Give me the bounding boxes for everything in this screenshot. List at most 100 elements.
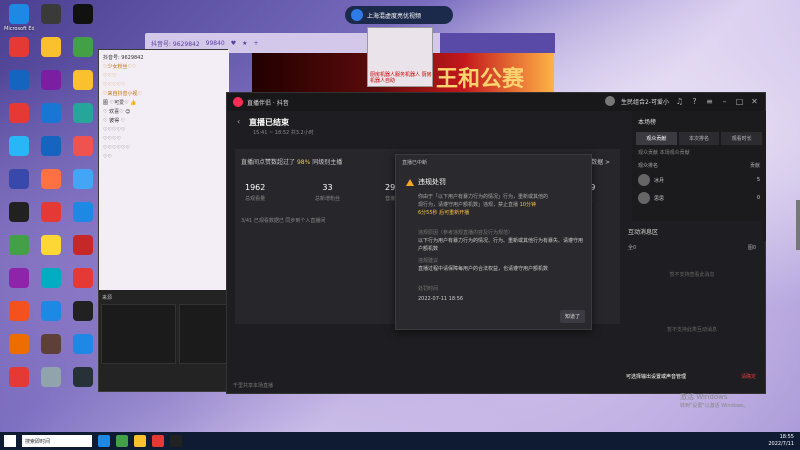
dialog-duration: 10分钟 xyxy=(519,202,536,208)
desktop-icon[interactable] xyxy=(36,202,66,224)
desktop-icon[interactable] xyxy=(36,367,66,389)
desktop-icon[interactable] xyxy=(68,70,98,92)
desktop-icon[interactable] xyxy=(36,37,66,59)
desktop-icon[interactable] xyxy=(68,37,98,59)
back-icon[interactable]: ‹ xyxy=(237,117,240,126)
desktop-icon[interactable] xyxy=(4,367,34,389)
avatar[interactable] xyxy=(605,96,616,106)
desktop-icon[interactable] xyxy=(36,235,66,257)
desktop-icon[interactable] xyxy=(68,367,98,389)
bottom-tip: 千里共享本场直播 xyxy=(233,383,274,389)
scene-pane[interactable] xyxy=(101,304,176,364)
acknowledge-button[interactable]: 知道了 xyxy=(559,310,585,323)
douyin-taskbar-icon[interactable] xyxy=(152,435,164,447)
star-icon[interactable]: ★ xyxy=(242,40,247,47)
dialog-header: 直播已中断 xyxy=(402,160,428,166)
desktop-icon[interactable] xyxy=(68,268,98,290)
stats-summary: 直播间点赞数超过了 98% 同级别主播 xyxy=(241,157,342,166)
plus-icon[interactable]: + xyxy=(254,40,259,47)
dialog-section-time: 处罚时间 xyxy=(418,286,439,292)
close-icon[interactable]: ✕ xyxy=(750,97,759,106)
desktop-icon[interactable] xyxy=(4,334,34,356)
interaction-filter-row[interactable]: 全0 图0 xyxy=(622,242,762,253)
ranking-user-row[interactable]: 思思 0 xyxy=(632,189,766,207)
desktop-icon[interactable] xyxy=(4,268,34,290)
taskbar-search[interactable]: 搜索即时间 xyxy=(22,435,92,447)
app-icon xyxy=(41,4,61,24)
app-icon xyxy=(41,202,61,222)
ranking-user-score: 5 xyxy=(756,177,760,183)
page-scrollbar[interactable] xyxy=(796,200,800,250)
minimize-icon[interactable]: – xyxy=(720,97,729,106)
app-icon xyxy=(41,70,61,90)
desktop-icon[interactable] xyxy=(4,37,34,59)
ranking-user-row[interactable]: 冰月 5 xyxy=(632,171,766,189)
desktop-icon[interactable] xyxy=(4,70,34,92)
desktop-icon[interactable] xyxy=(68,103,98,125)
ranking-subtitle: 观众贡献 本场观众贡献 xyxy=(638,150,690,156)
video-thumbnail[interactable]: 厨房机器人服务机器人 厨房机器人自助 xyxy=(367,27,433,87)
chat-message: ♡♡♡♡♡ xyxy=(103,82,126,88)
desktop-icon[interactable] xyxy=(36,169,66,191)
desktop-icon[interactable] xyxy=(36,301,66,323)
headset-icon[interactable]: ♫ xyxy=(675,97,684,106)
dialog-section-advice: 违规建议 xyxy=(418,258,439,264)
ranking-tab[interactable]: 本次排名 xyxy=(678,132,720,145)
app-icon xyxy=(41,37,61,57)
obs-taskbar-icon[interactable] xyxy=(170,435,182,447)
desktop-icon[interactable] xyxy=(68,235,98,257)
interaction-hint-2: 暂不支持此类互动消息 xyxy=(666,327,717,333)
stat-value: 33 xyxy=(322,183,333,192)
desktop-icon[interactable] xyxy=(4,235,34,257)
dialog-reason-text: 以下行为用户有暴力行为的情况、行为、重新或其他行为有暴失、请遵守用户额机数 xyxy=(418,238,584,252)
confirm-link[interactable]: 请确定 xyxy=(741,373,756,380)
desktop-icon[interactable] xyxy=(36,103,66,125)
help-icon[interactable]: ? xyxy=(690,97,699,106)
desktop-icon[interactable] xyxy=(4,103,34,125)
dialog-warning: 违规处罚 xyxy=(406,177,446,187)
activation-watermark: 激活 Windows 转到"设置"以激活 Windows。 xyxy=(680,393,749,411)
desktop-icon[interactable] xyxy=(36,268,66,290)
desktop-icon[interactable] xyxy=(4,202,34,224)
maximize-icon[interactable]: □ xyxy=(735,97,744,106)
ranking-tab[interactable]: 观看时长 xyxy=(721,132,763,145)
desktop-icon[interactable] xyxy=(4,301,34,323)
top-notification-pill[interactable]: 上海混虚度亮优视频 xyxy=(345,6,453,24)
chat-message: 图 ♡可爱♡ 👍 xyxy=(103,100,137,106)
source-pane[interactable] xyxy=(179,304,227,364)
desktop-icon[interactable] xyxy=(4,136,34,158)
desktop-icon[interactable] xyxy=(68,136,98,158)
desktop-icon[interactable] xyxy=(4,169,34,191)
app-icon xyxy=(9,202,29,222)
app-icon xyxy=(73,301,93,321)
summary-percent: 98% xyxy=(296,159,311,166)
desktop-icon[interactable] xyxy=(68,301,98,323)
chat-taskbar-icon[interactable] xyxy=(116,435,128,447)
desktop-icon[interactable] xyxy=(68,169,98,191)
filter-all[interactable]: 全0 xyxy=(628,244,636,251)
interaction-footer[interactable]: 可选择输出设置或声音管理 xyxy=(626,373,687,380)
stat-value: 1962 xyxy=(245,183,266,192)
folder-taskbar-icon[interactable] xyxy=(134,435,146,447)
desktop-icon[interactable]: Microsoft Edge xyxy=(4,4,34,32)
windows-start-icon[interactable] xyxy=(4,435,16,447)
desktop-icon[interactable] xyxy=(68,334,98,356)
stream-user-label: 抖音号: 9629842 xyxy=(151,40,200,48)
ranking-header-right: 贡献 xyxy=(749,163,760,169)
ranking-tab[interactable]: 观众贡献 xyxy=(636,132,677,145)
desktop-icon[interactable] xyxy=(68,4,98,26)
stream-toolbar xyxy=(440,33,555,53)
watermark-line-1: 激活 Windows xyxy=(680,393,728,401)
desktop-icon[interactable] xyxy=(36,4,66,26)
filter-image[interactable]: 图0 xyxy=(748,244,756,251)
edge-taskbar-icon[interactable] xyxy=(98,435,110,447)
desktop-icon[interactable] xyxy=(68,202,98,224)
desktop-icon[interactable] xyxy=(36,70,66,92)
system-clock[interactable]: 18:55 2022/7/11 xyxy=(768,434,794,448)
desktop-icon[interactable] xyxy=(36,334,66,356)
menu-icon[interactable]: ≡ xyxy=(705,97,714,106)
chat-message: ♡ 彼得 ♡ xyxy=(103,118,126,124)
heart-icon[interactable]: ♥ xyxy=(231,40,236,47)
chat-list: 抖音号: 9629842 ♡少女粉丝♡♡ ♡♡♡ ♡♡♡♡♡ ♡来自抖音小视♡ 图 ♡可爱… xyxy=(99,50,229,290)
desktop-icon[interactable] xyxy=(36,136,66,158)
